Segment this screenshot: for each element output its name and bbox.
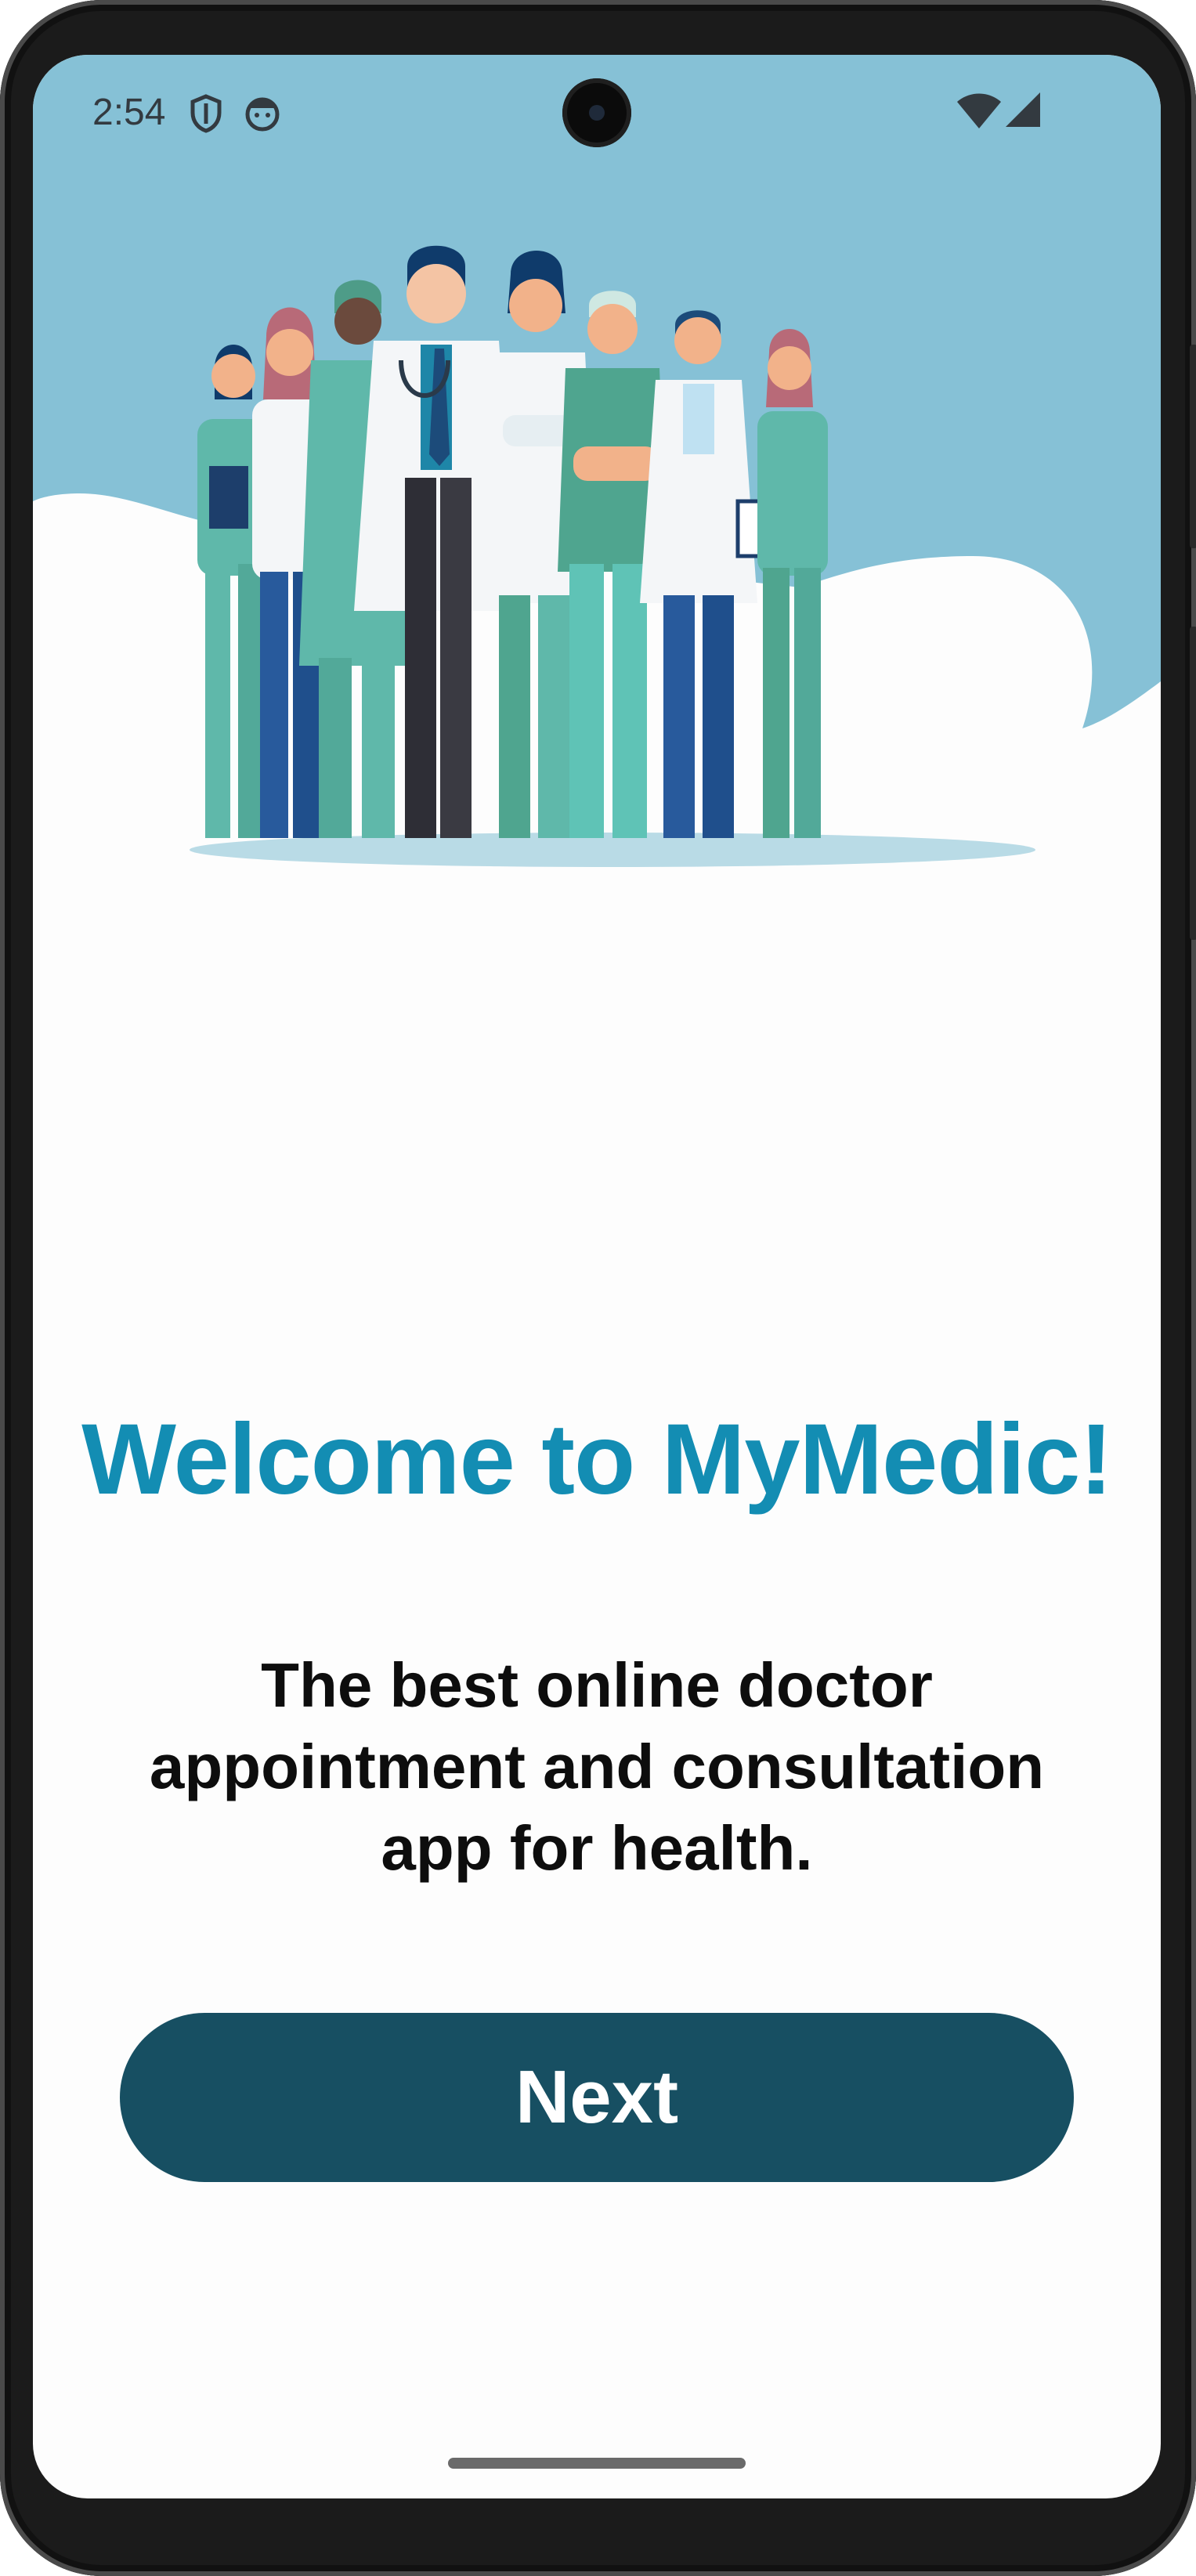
- power-button: [1190, 345, 1196, 548]
- app-screen: 2:54 Welcome to MyMedic! The best online…: [33, 55, 1161, 2498]
- phone-frame: 2:54 Welcome to MyMedic! The best online…: [0, 0, 1196, 2576]
- wifi-icon: [957, 93, 1001, 128]
- status-time: 2:54: [92, 92, 166, 133]
- welcome-subtitle: The best online doctor appointment and c…: [149, 1650, 1045, 1883]
- welcome-title: Welcome to MyMedic!: [81, 1404, 1113, 1516]
- doctor-figure: [640, 310, 776, 838]
- doctor-figure: [757, 329, 828, 838]
- home-indicator[interactable]: [448, 2458, 746, 2469]
- doctors-group-illustration: [190, 245, 1035, 867]
- front-camera: [562, 78, 631, 147]
- next-button[interactable]: Next: [120, 2013, 1074, 2182]
- face-icon: [245, 97, 280, 132]
- signal-icon: [1006, 92, 1040, 127]
- volume-button: [1190, 627, 1196, 940]
- shield-icon: [190, 94, 222, 133]
